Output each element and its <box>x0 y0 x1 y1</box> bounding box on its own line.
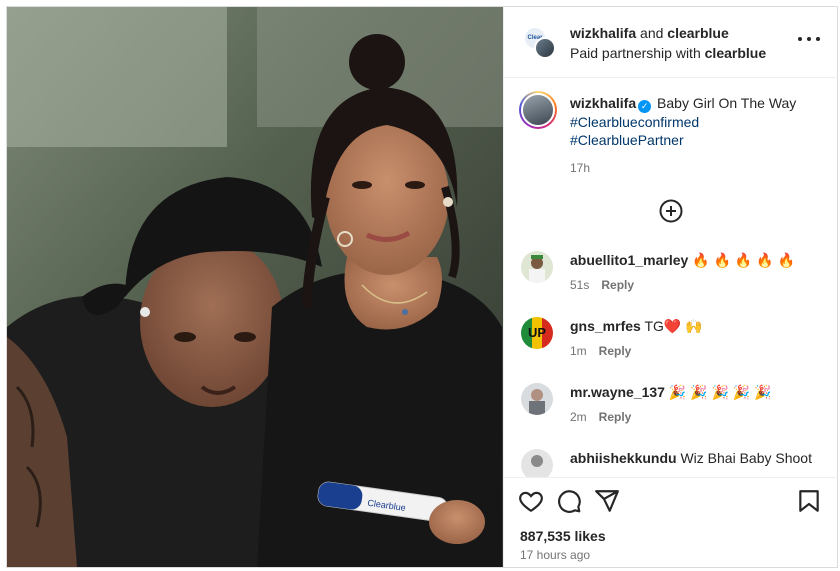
post-actions: 887,535 likes 17 hours ago <box>504 477 838 567</box>
hashtag-link[interactable]: #ClearbluePartner <box>570 131 820 149</box>
comment-text: Wiz Bhai Baby Shoot <box>680 450 812 466</box>
verified-badge-icon: ✓ <box>638 100 652 113</box>
and-text: and <box>640 25 664 41</box>
comment-time[interactable]: 51s <box>570 278 589 292</box>
heart-icon[interactable] <box>518 488 544 514</box>
comment-body: mr.wayne_137 🎉 🎉 🎉 🎉 🎉 <box>570 383 772 401</box>
comment-item: UP gns_mrfes TG❤️ 🙌 1m Reply <box>504 317 838 373</box>
comment-time[interactable]: 1m <box>570 344 587 358</box>
caption-username[interactable]: wizkhalifa <box>570 95 636 111</box>
commenter-avatar[interactable] <box>521 251 553 283</box>
comment-username[interactable]: mr.wayne_137 <box>570 384 665 400</box>
collab-avatars[interactable]: Clear <box>524 27 556 59</box>
comment-item: mr.wayne_137 🎉 🎉 🎉 🎉 🎉 2m Reply <box>504 383 838 439</box>
account-link-1[interactable]: wizkhalifa <box>570 25 636 41</box>
comment-meta: 51s Reply <box>570 278 634 292</box>
comment-item: abuellito1_marley 🔥 🔥 🔥 🔥 🔥 51s Reply <box>504 251 838 307</box>
comment-text: 🎉 🎉 🎉 🎉 🎉 <box>668 384 772 400</box>
comment-item: abhiishekkundu Wiz Bhai Baby Shoot <box>504 449 838 477</box>
post-frame: Clearblue Clear wizkhalifa and clearblue… <box>6 6 838 568</box>
wizkhalifa-avatar[interactable] <box>534 37 556 59</box>
comment-text: TG❤️ 🙌 <box>644 318 703 334</box>
comment-body: abuellito1_marley 🔥 🔥 🔥 🔥 🔥 <box>570 251 795 269</box>
partner-brand-link[interactable]: clearblue <box>705 45 766 61</box>
caption-text: wizkhalifa ✓ Baby Girl On The Way #Clearb… <box>570 94 820 149</box>
share-icon[interactable] <box>594 488 620 514</box>
comment-body: gns_mrfes TG❤️ 🙌 <box>570 317 703 335</box>
reply-button[interactable]: Reply <box>599 410 632 424</box>
reply-button[interactable]: Reply <box>601 278 634 292</box>
comment-body: abhiishekkundu Wiz Bhai Baby Shoot <box>570 449 812 467</box>
comment-username[interactable]: abhiishekkundu <box>570 450 677 466</box>
post-side-panel: Clear wizkhalifa and clearblue Paid part… <box>503 7 838 567</box>
comment-icon[interactable] <box>556 488 582 514</box>
add-comment-icon[interactable] <box>659 199 683 223</box>
commenter-avatar[interactable] <box>521 449 553 477</box>
post-photo[interactable]: Clearblue <box>7 7 503 567</box>
caption-body: Baby Girl On The Way <box>657 95 797 111</box>
hashtag-link[interactable]: #Clearblueconfirmed <box>570 113 820 131</box>
post-header: Clear wizkhalifa and clearblue Paid part… <box>504 7 838 78</box>
commenter-avatar[interactable]: UP <box>521 317 553 349</box>
story-ring-avatar[interactable] <box>519 91 557 129</box>
reply-button[interactable]: Reply <box>599 344 632 358</box>
comment-time[interactable]: 2m <box>570 410 587 424</box>
paid-partnership-label: Paid partnership with <box>570 45 701 61</box>
account-link-2[interactable]: clearblue <box>667 25 728 41</box>
commenter-avatar[interactable] <box>521 383 553 415</box>
comment-username[interactable]: abuellito1_marley <box>570 252 688 268</box>
comment-meta: 1m Reply <box>570 344 631 358</box>
post-image: Clearblue <box>7 7 503 567</box>
bookmark-icon[interactable] <box>796 488 822 514</box>
like-count[interactable]: 887,535 likes <box>520 528 606 544</box>
post-timestamp[interactable]: 17 hours ago <box>520 548 590 562</box>
comment-text: 🔥 🔥 🔥 🔥 🔥 <box>692 252 795 268</box>
caption-timestamp[interactable]: 17h <box>570 161 590 175</box>
comment-username[interactable]: gns_mrfes <box>570 318 641 334</box>
collab-names: wizkhalifa and clearblue Paid partnershi… <box>570 23 766 63</box>
avatar-text: UP <box>527 325 547 340</box>
more-options-icon[interactable] <box>798 33 820 45</box>
comment-meta: 2m Reply <box>570 410 631 424</box>
